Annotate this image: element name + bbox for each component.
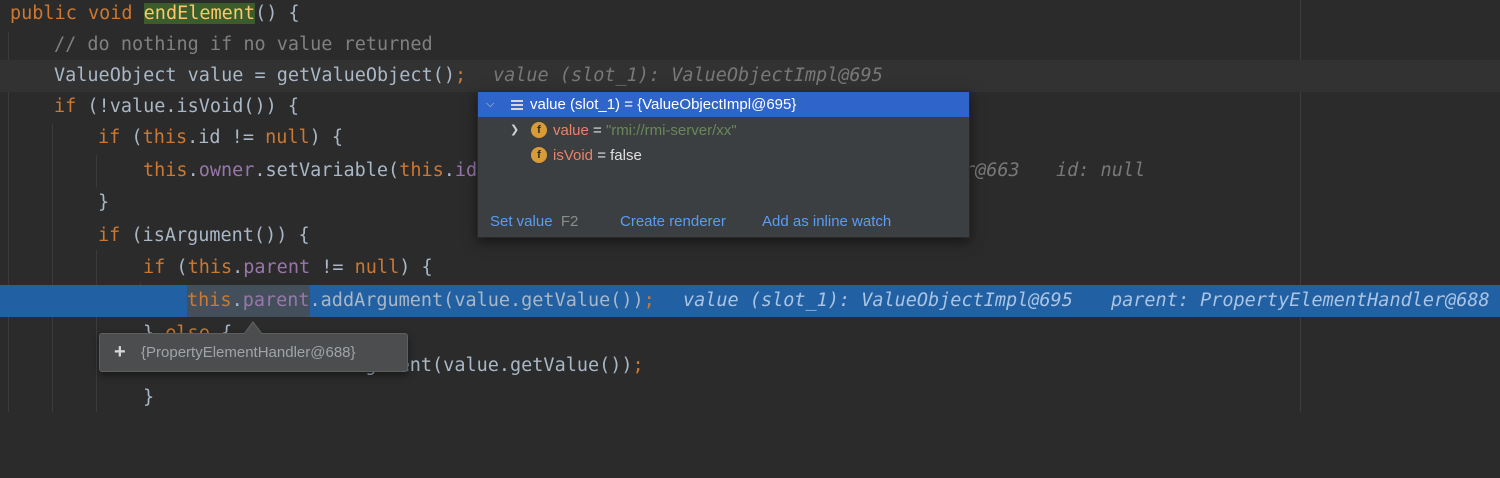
code-text: != xyxy=(310,257,355,278)
tooltip-pointer-fill xyxy=(245,323,261,334)
inline-debug-hint[interactable]: parent: PropertyElementHandler@688 xyxy=(1111,285,1490,317)
code-line-13[interactable]: } xyxy=(0,382,1500,414)
tree-node-value[interactable]: ❯ f value = "rmi://rmi-server/xx" xyxy=(478,118,969,143)
code-text: . xyxy=(443,160,455,181)
root-node-label: value (slot_1) = {ValueObjectImpl@695} xyxy=(530,96,797,113)
code-text: ( xyxy=(165,257,188,278)
field-value: "rmi://rmi-server/xx" xyxy=(605,122,737,139)
field-value: false xyxy=(610,147,642,164)
code-text: . xyxy=(231,290,243,311)
chevron-down-icon[interactable]: ⌵ xyxy=(486,92,494,117)
code-text: } xyxy=(143,387,155,408)
debug-value-popup[interactable]: ⌵ value (slot_1) = {ValueObjectImpl@695}… xyxy=(477,91,970,238)
keyword: this xyxy=(142,127,188,148)
keyword: null xyxy=(354,257,400,278)
equals: = xyxy=(588,122,606,139)
popup-actions: Set value F2 Create renderer Add as inli… xyxy=(478,207,969,237)
type-name: ValueObject xyxy=(54,65,177,86)
field-name: value xyxy=(553,122,589,139)
inline-debug-hint[interactable]: id: null xyxy=(1056,155,1145,187)
add-inline-watch-link[interactable]: Add as inline watch xyxy=(762,207,891,237)
keyword: this xyxy=(399,160,444,181)
code-line-2[interactable]: // do nothing if no value returned xyxy=(0,29,1500,61)
keyword: this xyxy=(143,160,188,181)
list-icon xyxy=(511,100,523,110)
code-text: ) { xyxy=(399,257,433,278)
code-text: (isArgument()) { xyxy=(120,225,310,246)
shortcut-key: F2 xyxy=(560,213,579,230)
keyword: this xyxy=(187,290,232,311)
code-line-9[interactable]: if (this.parent != null) { xyxy=(0,252,1500,284)
keyword: this xyxy=(187,257,233,278)
code-text: () { xyxy=(255,3,300,24)
method-name: endElement xyxy=(143,3,256,24)
keyword: if xyxy=(143,257,166,278)
set-value-link[interactable]: Set value F2 xyxy=(490,207,578,237)
keyword: if xyxy=(98,225,121,246)
semicolon: ; xyxy=(643,290,655,311)
semicolon: ; xyxy=(454,65,467,86)
code-text: .setVariable( xyxy=(254,160,400,181)
expand-plus-icon[interactable]: + xyxy=(114,334,126,371)
code-text: (value.getValue()) xyxy=(432,355,633,376)
inline-debug-hint[interactable]: r@663 xyxy=(964,155,1020,187)
code-line-1[interactable]: public void endElement() { xyxy=(0,0,1500,30)
keyword: if xyxy=(54,96,77,117)
code-text: ( xyxy=(120,127,143,148)
comment: // do nothing if no value returned xyxy=(54,34,433,55)
equals: = xyxy=(593,147,611,164)
inline-debug-hint[interactable]: value (slot_1): ValueObjectImpl@695 xyxy=(683,285,1073,317)
keyword: null xyxy=(265,127,310,148)
code-line-3[interactable]: ValueObject value = getValueObject(); va… xyxy=(0,60,1500,92)
field-name: parent xyxy=(243,257,311,278)
code-text: .addArgument(value.getValue()) xyxy=(309,290,644,311)
keyword: void xyxy=(87,3,133,24)
code-text: } xyxy=(98,192,110,213)
tree-node-isvoid[interactable]: f isVoid = false xyxy=(478,143,969,168)
inline-debug-hint[interactable]: value (slot_1): ValueObjectImpl@695 xyxy=(493,60,883,92)
execution-line[interactable]: this.parent.addArgument(value.getValue()… xyxy=(0,285,1500,317)
field-name: isVoid xyxy=(553,147,594,164)
code-text: (!value.isVoid()) { xyxy=(76,96,300,117)
field-name: id xyxy=(454,160,478,181)
code-text: . xyxy=(187,160,199,181)
chevron-right-icon[interactable]: ❯ xyxy=(510,118,519,143)
field-name: owner xyxy=(198,160,255,181)
create-renderer-link[interactable]: Create renderer xyxy=(620,207,726,237)
set-value-label: Set value xyxy=(490,213,553,230)
keyword: if xyxy=(98,127,121,148)
keyword: public xyxy=(10,3,77,24)
code-text: .id != xyxy=(187,127,266,148)
hover-value-tooltip[interactable]: + {PropertyElementHandler@688} xyxy=(99,333,408,372)
field-icon: f xyxy=(531,122,547,138)
field-icon: f xyxy=(531,147,547,163)
code-text: . xyxy=(232,257,244,278)
semicolon: ; xyxy=(632,355,644,376)
tooltip-text: {PropertyElementHandler@688} xyxy=(141,344,356,361)
popup-root-node[interactable]: ⌵ value (slot_1) = {ValueObjectImpl@695} xyxy=(478,92,969,117)
field-name: parent xyxy=(242,290,310,311)
code-text: ) { xyxy=(309,127,344,148)
code-text: value = getValueObject() xyxy=(176,65,455,86)
